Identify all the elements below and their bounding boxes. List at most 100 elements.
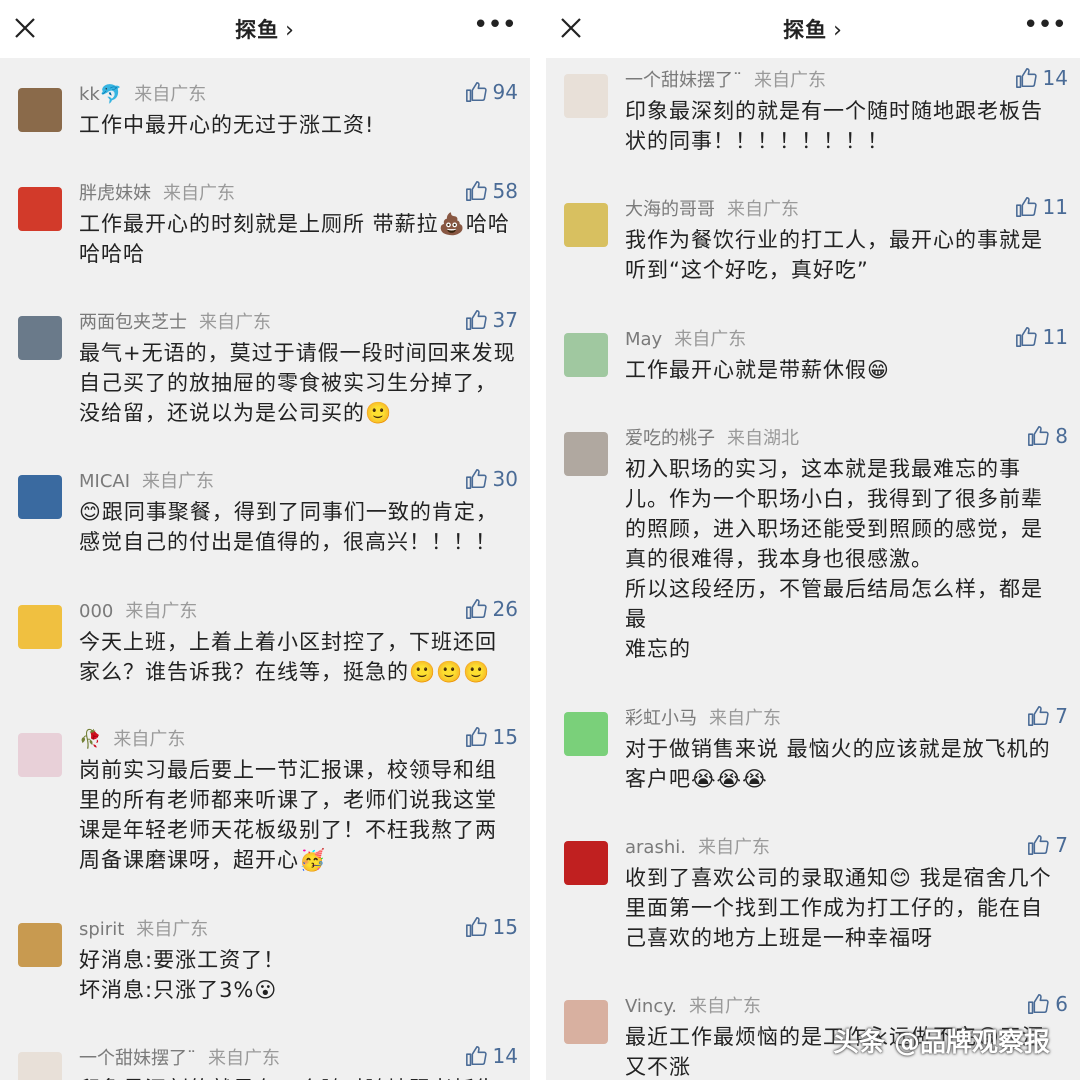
like-button[interactable]: 14	[1015, 66, 1068, 90]
username[interactable]: 胖虎妹妹	[79, 183, 151, 204]
comment-line: 感觉自己的付出是值得的，很高兴！！！！	[79, 530, 497, 554]
avatar[interactable]	[564, 841, 608, 885]
comment-text: 今天上班，上着上着小区封控了，下班还回 家么？谁告诉我？在线等，挺急的🙂🙂🙂	[79, 627, 516, 687]
avatar[interactable]	[18, 1052, 62, 1080]
username[interactable]: 一个甜妹摆了¨	[625, 70, 742, 91]
avatar[interactable]	[564, 432, 608, 476]
like-button[interactable]: 14	[465, 1044, 518, 1068]
comment-meta: 一个甜妹摆了¨ 来自广东	[79, 1044, 280, 1070]
like-button[interactable]: 7	[1027, 704, 1068, 728]
comment-meta: 彩虹小马 来自广东	[625, 704, 781, 730]
like-button[interactable]: 94	[465, 80, 518, 104]
like-button[interactable]: 30	[465, 467, 518, 491]
comment-line: 岗前实习最后要上一节汇报课，校领导和组	[79, 758, 497, 782]
username[interactable]: 两面包夹芝士	[79, 312, 187, 333]
like-button[interactable]: 7	[1027, 833, 1068, 857]
comment-meta: 000 来自广东	[79, 597, 197, 623]
avatar[interactable]	[18, 88, 62, 132]
like-button[interactable]: 37	[465, 308, 518, 332]
location-label: 来自广东	[689, 996, 762, 1017]
comment-line: 今天上班，上着上着小区封控了，下班还回	[79, 630, 497, 654]
top-bar: 探鱼 › •••	[546, 0, 1080, 58]
avatar[interactable]	[564, 74, 608, 118]
more-icon[interactable]: •••	[473, 12, 517, 38]
comment-line: 客户吧😭😭😭	[625, 767, 768, 791]
page-title[interactable]: 探鱼 ›	[783, 14, 843, 44]
username[interactable]: 大海的哥哥	[625, 199, 715, 220]
username[interactable]: 一个甜妹摆了¨	[79, 1048, 196, 1069]
comment-meta: kk🐬 来自广东	[79, 80, 206, 106]
chevron-right-icon: ›	[833, 18, 843, 43]
location-label: 来自广东	[142, 471, 215, 492]
comment-line: 对于做销售来说 最恼火的应该就是放飞机的	[625, 737, 1051, 761]
location-label: 来自广东	[754, 70, 826, 91]
comment-line: 课是年轻老师天花板级别了！不枉我熬了两	[79, 818, 497, 842]
comment-line: 印象最深刻的就是有一个随时随地跟老板告	[79, 1074, 516, 1080]
comment-line: 己喜欢的地方上班是一种幸福呀	[625, 926, 933, 950]
comment-text: 岗前实习最后要上一节汇报课，校领导和组 里的所有老师都来听课了，老师们说我这堂 课是…	[79, 755, 516, 875]
avatar[interactable]	[18, 475, 62, 519]
username[interactable]: 爱吃的桃子	[625, 428, 715, 449]
avatar[interactable]	[18, 187, 62, 231]
comment-line: 印象最深刻的就是有一个随时随地跟老板告	[625, 99, 1043, 123]
username[interactable]: 000	[79, 601, 113, 622]
username[interactable]: arashi.	[625, 837, 686, 858]
avatar[interactable]	[564, 1000, 608, 1044]
like-button[interactable]: 8	[1027, 424, 1068, 448]
avatar[interactable]	[18, 605, 62, 649]
thumbs-up-icon	[465, 1045, 487, 1067]
page-title[interactable]: 探鱼 ›	[235, 14, 295, 44]
avatar[interactable]	[18, 316, 62, 360]
like-count: 7	[1055, 833, 1068, 857]
comment-meta: 两面包夹芝士 来自广东	[79, 308, 271, 334]
username[interactable]: kk🐬	[79, 84, 122, 105]
like-button[interactable]: 15	[465, 915, 518, 939]
comment-text: 对于做销售来说 最恼火的应该就是放飞机的 客户吧😭😭😭	[625, 734, 1066, 794]
username[interactable]: 彩虹小马	[625, 708, 697, 729]
like-button[interactable]: 58	[465, 179, 518, 203]
like-count: 26	[492, 597, 518, 621]
comment-line: 状的同事！！！！！！！！	[625, 129, 889, 153]
like-button[interactable]: 15	[465, 725, 518, 749]
comment-meta: May 来自广东	[625, 325, 746, 351]
like-count: 11	[1042, 325, 1068, 349]
username[interactable]: Vincy.	[625, 996, 677, 1017]
username[interactable]: spirit	[79, 919, 124, 940]
close-icon[interactable]	[560, 17, 582, 39]
like-button[interactable]: 11	[1015, 325, 1068, 349]
location-label: 来自广东	[199, 312, 271, 333]
thumbs-up-icon	[465, 726, 487, 748]
like-count: 94	[492, 80, 518, 104]
thumbs-up-icon	[465, 309, 487, 331]
comment-text: 😊跟同事聚餐，得到了同事们一致的肯定， 感觉自己的付出是值得的，很高兴！！！！	[79, 497, 516, 557]
right-screenshot: 探鱼 › ••• 一个甜妹摆了¨ 来自广东 14 印象最深刻的就是有一个随时随地跟老板告…	[546, 0, 1080, 1080]
like-count: 15	[492, 915, 518, 939]
thumbs-up-icon	[1015, 67, 1037, 89]
username[interactable]: May	[625, 329, 662, 350]
username[interactable]: 🥀	[79, 729, 101, 750]
like-button[interactable]: 26	[465, 597, 518, 621]
like-count: 14	[492, 1044, 518, 1068]
avatar[interactable]	[564, 712, 608, 756]
thumbs-up-icon	[1027, 425, 1049, 447]
left-screenshot: 探鱼 › ••• kk🐬 来自广东 94 工作中最开心的无过于涨工资! 胖虎妹妹 来自广东 5…	[0, 0, 530, 1080]
close-icon[interactable]	[14, 17, 36, 39]
avatar[interactable]	[564, 203, 608, 247]
comment-text: 收到了喜欢公司的录取通知😊 我是宿舍几个 里面第一个找到工作成为打工仔的，能在自己…	[625, 863, 1066, 953]
location-label: 来自广东	[697, 837, 770, 858]
like-button[interactable]: 11	[1015, 195, 1068, 219]
comment-meta: 爱吃的桃子 来自湖北	[625, 424, 799, 450]
username[interactable]: MICAI	[79, 471, 130, 492]
comment-line: 收到了喜欢公司的录取通知😊 我是宿舍几个	[625, 866, 1052, 890]
like-button[interactable]: 6	[1027, 992, 1068, 1016]
thumbs-up-icon	[1027, 834, 1049, 856]
location-label: 来自广东	[208, 1048, 280, 1069]
avatar[interactable]	[18, 733, 62, 777]
comment-meta: arashi. 来自广东	[625, 833, 770, 859]
more-icon[interactable]: •••	[1023, 12, 1067, 38]
comment-text: 工作最开心就是带薪休假😁	[625, 355, 1066, 385]
comment-line: 难忘的	[625, 637, 691, 661]
location-label: 来自广东	[113, 729, 186, 750]
avatar[interactable]	[564, 333, 608, 377]
avatar[interactable]	[18, 923, 62, 967]
